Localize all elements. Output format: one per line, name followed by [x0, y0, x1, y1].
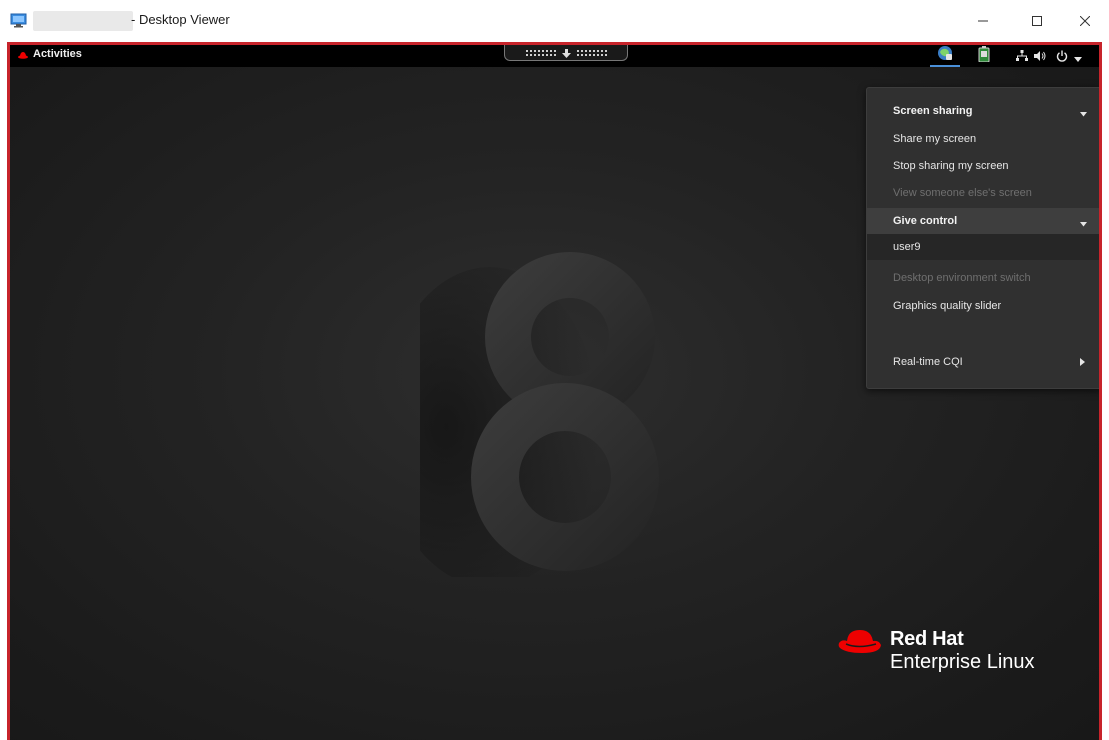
- power-icon: [1056, 47, 1068, 66]
- menu-item-desktop-environment-switch: Desktop environment switch: [867, 265, 1099, 291]
- menu-item-user9[interactable]: user9: [867, 234, 1099, 260]
- chevron-down-icon: [1080, 108, 1087, 120]
- menu-item-label: Share my screen: [893, 133, 977, 145]
- minimize-icon: [978, 11, 988, 30]
- menu-item-label: Graphics quality slider: [893, 300, 1002, 312]
- red-hat-icon: [18, 50, 28, 59]
- menu-item-label: Real-time CQI: [893, 356, 963, 368]
- chevron-right-icon: [1080, 357, 1085, 369]
- redacted-title: [33, 11, 133, 31]
- menu-item-label: Stop sharing my screen: [893, 160, 1009, 172]
- activities-label: Activities: [33, 48, 82, 60]
- menu-header-label: Screen sharing: [893, 105, 973, 117]
- volume-icon: [1034, 47, 1046, 66]
- system-menu: Screen sharing Share my screen Stop shar…: [866, 87, 1099, 389]
- grip-dots-right-icon: [576, 49, 607, 56]
- window-titlebar[interactable]: - Desktop Viewer: [0, 0, 1109, 40]
- network-icon: [1016, 47, 1028, 66]
- menu-item-view-someone-else: View someone else's screen: [867, 180, 1099, 206]
- maximize-button[interactable]: [1014, 6, 1060, 34]
- menu-item-stop-sharing[interactable]: Stop sharing my screen: [867, 153, 1099, 179]
- gnome-top-bar: Activities: [10, 45, 1099, 67]
- tray-volume[interactable]: [1032, 45, 1048, 67]
- menu-item-label: user9: [893, 241, 921, 253]
- menu-header-label: Give control: [893, 215, 958, 227]
- close-icon: [1079, 11, 1091, 30]
- desktop-viewer-icon: [10, 12, 27, 29]
- battery-icon: [978, 46, 990, 66]
- tray-menu-toggle[interactable]: [1072, 45, 1084, 67]
- menu-item-label: View someone else's screen: [893, 187, 1032, 199]
- menu-header-give-control[interactable]: Give control: [867, 208, 1099, 234]
- menu-header-screen-sharing[interactable]: Screen sharing: [867, 98, 1099, 124]
- chevron-down-icon: [1074, 47, 1082, 66]
- rhel-8-logo-icon: [420, 252, 659, 577]
- chevron-down-icon: [1080, 218, 1087, 230]
- maximize-icon: [1032, 11, 1042, 30]
- brand-line-2: Enterprise Linux: [890, 651, 1035, 673]
- arrow-down-icon: [561, 45, 571, 62]
- grip-dots-left-icon: [525, 49, 556, 56]
- tray-battery[interactable]: [974, 45, 994, 67]
- menu-item-label: Desktop environment switch: [893, 272, 1031, 284]
- activities-button[interactable]: Activities: [18, 48, 82, 60]
- red-hat-brand: Red Hat Enterprise Linux: [838, 627, 1035, 672]
- window-title: - Desktop Viewer: [131, 12, 230, 27]
- tray-power[interactable]: [1054, 45, 1070, 67]
- brand-line-1: Red Hat: [890, 628, 964, 650]
- menu-item-realtime-cqi[interactable]: Real-time CQI: [867, 349, 1099, 375]
- tray-screen-share[interactable]: [930, 45, 960, 67]
- remote-desktop[interactable]: Activities Red Hat Enterprise Linux Scre…: [7, 42, 1102, 740]
- menu-item-graphics-quality-slider[interactable]: Graphics quality slider: [867, 293, 1099, 319]
- minimize-button[interactable]: [960, 6, 1006, 34]
- menu-item-share-my-screen[interactable]: Share my screen: [867, 126, 1099, 152]
- screen-share-icon: [937, 45, 953, 65]
- viewer-toolbar-handle[interactable]: [504, 45, 628, 61]
- red-hat-logo-icon: [838, 627, 882, 661]
- tray-network[interactable]: [1014, 45, 1030, 67]
- desktop-viewer-window: - Desktop Viewer Activities Red Hat Ente…: [0, 0, 1109, 740]
- close-button[interactable]: [1062, 6, 1108, 34]
